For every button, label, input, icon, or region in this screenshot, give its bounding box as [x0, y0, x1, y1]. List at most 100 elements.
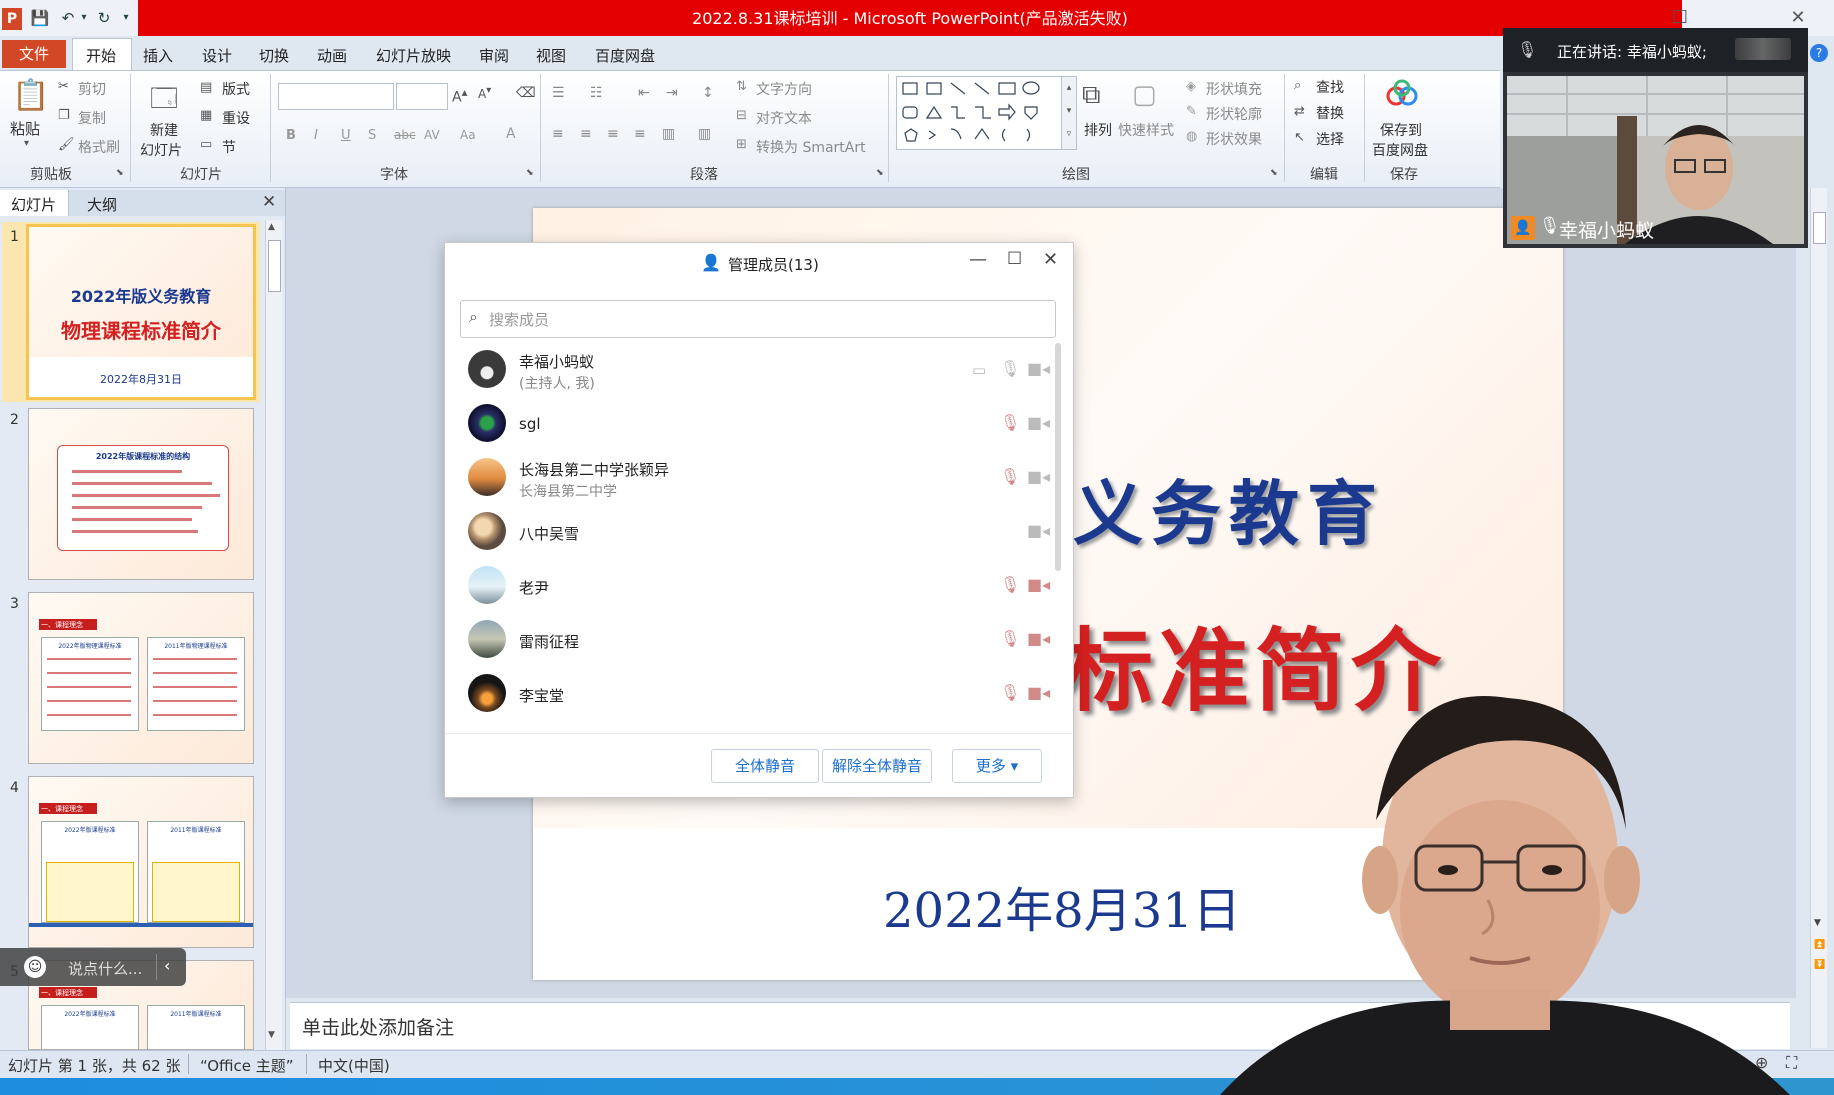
new-slide-icon[interactable]: 🗔	[150, 80, 178, 124]
collapse-chat-icon[interactable]: ‹	[164, 956, 170, 975]
grow-font-icon[interactable]: A▴	[452, 85, 467, 106]
slides-panel-scrollbar[interactable]: ▲ ▼	[265, 220, 282, 1050]
camera-icon[interactable]: ■◂	[1027, 413, 1050, 433]
shapes-gallery[interactable]	[896, 76, 1062, 150]
minimize-dialog-icon[interactable]: —	[969, 249, 987, 270]
tab-animations[interactable]: 动画	[317, 45, 347, 66]
tab-view[interactable]: 视图	[536, 45, 566, 66]
unmute-all-button[interactable]: 解除全体静音	[822, 749, 932, 783]
text-direction-button[interactable]: 文字方向	[756, 79, 812, 99]
camera-icon[interactable]: ■◂	[1027, 359, 1050, 379]
select-button[interactable]: 选择	[1316, 129, 1344, 149]
font-launcher-icon[interactable]: ⬊	[526, 168, 534, 178]
close-panel-icon[interactable]: ✕	[262, 192, 276, 212]
char-spacing-icon[interactable]: AV	[424, 128, 440, 142]
microphone-muted-icon[interactable]: 🎙	[1000, 575, 1020, 595]
align-text-button[interactable]: 对齐文本	[756, 108, 812, 128]
slide-thumbnail-4[interactable]: 一、课程理念 2022年版课程标准 2011年版课程标准	[28, 776, 254, 948]
distribute-icon[interactable]: ▥	[662, 126, 675, 142]
section-button[interactable]: 节	[222, 137, 236, 157]
format-painter-button[interactable]: 格式刷	[78, 137, 120, 157]
save-icon[interactable]: 💾	[30, 8, 50, 28]
slide-title-line1[interactable]: 义务教育	[1073, 458, 1385, 559]
camera-off-icon[interactable]: ■◂	[1027, 683, 1050, 703]
member-search-input[interactable]: ⌕ 搜索成员	[460, 300, 1056, 338]
paste-icon[interactable]: 📋	[12, 78, 49, 113]
tab-slides[interactable]: 幻灯片	[11, 194, 56, 215]
shape-fill-button[interactable]: 形状填充	[1206, 79, 1262, 99]
replace-button[interactable]: 替换	[1316, 103, 1344, 123]
arrange-button[interactable]: 排列	[1084, 120, 1112, 140]
slide-thumbnail-1[interactable]: 2022年版义务教育 物理课程标准简介 2022年8月31日	[26, 224, 256, 400]
tab-transitions[interactable]: 切换	[259, 45, 289, 66]
undo-dropdown-icon[interactable]: ▾	[74, 8, 94, 28]
paste-dropdown-icon[interactable]: ▾	[24, 138, 29, 149]
customize-toolbar-icon[interactable]: ▾	[116, 8, 136, 28]
shape-outline-button[interactable]: 形状轮廓	[1206, 104, 1262, 124]
baidu-netdisk-icon[interactable]	[1384, 78, 1420, 108]
clipboard-launcher-icon[interactable]: ⬊	[116, 168, 124, 178]
tab-outline[interactable]: 大纲	[87, 194, 117, 215]
italic-icon[interactable]: I	[314, 128, 318, 143]
bullets-icon[interactable]: ☰	[552, 85, 565, 101]
font-color-icon[interactable]: A	[506, 126, 516, 142]
member-row[interactable]: sgl 🎙 ■◂	[445, 397, 1055, 451]
clear-format-icon[interactable]: ⌫	[516, 85, 536, 101]
chat-placeholder[interactable]: 说点什么...	[68, 958, 142, 979]
decrease-indent-icon[interactable]: ⇤	[638, 85, 650, 101]
help-icon[interactable]: ?	[1810, 44, 1828, 62]
microphone-icon[interactable]: 🎙	[1000, 359, 1020, 379]
increase-indent-icon[interactable]: ⇥	[666, 85, 678, 101]
tab-review[interactable]: 审阅	[479, 45, 509, 66]
find-button[interactable]: 查找	[1316, 77, 1344, 97]
reset-button[interactable]: 重设	[222, 108, 250, 128]
copy-button[interactable]: 复制	[78, 108, 106, 128]
tab-slideshow[interactable]: 幻灯片放映	[376, 45, 451, 66]
cut-button[interactable]: 剪切	[78, 79, 106, 99]
tab-home[interactable]: 开始	[86, 45, 116, 66]
camera-off-icon[interactable]: ■◂	[1027, 575, 1050, 595]
paragraph-launcher-icon[interactable]: ⬊	[876, 168, 884, 178]
align-center-icon[interactable]: ≡	[580, 126, 592, 142]
numbering-icon[interactable]: ☷	[590, 85, 603, 101]
editor-scroll-thumb[interactable]	[1813, 212, 1826, 244]
new-slide-button-line2[interactable]: 幻灯片	[140, 140, 182, 160]
columns-icon[interactable]: ▥	[698, 126, 711, 142]
save-to-netdisk-line2[interactable]: 百度网盘	[1372, 140, 1428, 160]
members-scrollbar[interactable]	[1055, 343, 1061, 571]
quick-styles-button[interactable]: 快速样式	[1118, 120, 1174, 140]
more-button[interactable]: 更多 ▾	[952, 749, 1042, 783]
paste-button[interactable]: 粘贴	[10, 118, 40, 139]
shapes-gallery-scroll[interactable]: ▴ ▾ ▿	[1061, 76, 1077, 150]
mute-all-button[interactable]: 全体静音	[711, 749, 819, 783]
emoji-icon[interactable]: ☺	[24, 956, 46, 978]
line-spacing-icon[interactable]: ↕	[702, 85, 714, 101]
microphone-muted-icon[interactable]: 🎙	[1000, 413, 1020, 433]
scroll-thumb[interactable]	[268, 240, 281, 292]
shape-effects-button[interactable]: 形状效果	[1206, 129, 1262, 149]
camera-off-icon[interactable]: ■◂	[1027, 629, 1050, 649]
member-row[interactable]: 老尹 🎙 ■◂	[445, 559, 1055, 613]
search-placeholder[interactable]: 搜索成员	[489, 309, 549, 330]
justify-icon[interactable]: ≡	[634, 126, 646, 142]
align-right-icon[interactable]: ≡	[607, 126, 619, 142]
layout-button[interactable]: 版式	[222, 79, 250, 99]
new-slide-button-line1[interactable]: 新建	[150, 120, 178, 140]
microphone-muted-icon[interactable]: 🎙	[1000, 629, 1020, 649]
member-row[interactable]: 长海县第二中学张颖异 长海县第二中学 🎙 ■◂	[445, 451, 1055, 505]
tab-file[interactable]: 文件	[2, 40, 66, 68]
shrink-font-icon[interactable]: A▾	[478, 85, 491, 101]
camera-icon[interactable]: ■◂	[1027, 521, 1050, 541]
arrange-icon[interactable]: ⧉	[1082, 80, 1101, 111]
bold-icon[interactable]: B	[286, 128, 296, 143]
tab-baidu-netdisk[interactable]: 百度网盘	[595, 45, 655, 66]
strikethrough-icon[interactable]: abc	[394, 128, 416, 142]
member-row[interactable]: 雷雨征程 🎙 ■◂	[445, 613, 1055, 667]
slide-thumbnail-2[interactable]: 2022年版课程标准的结构	[28, 408, 254, 580]
scroll-down-icon[interactable]: ▼	[268, 1030, 275, 1040]
screen-share-icon[interactable]: ▭	[972, 361, 992, 381]
drawing-launcher-icon[interactable]: ⬊	[1270, 168, 1278, 178]
scroll-up-icon[interactable]: ▲	[268, 222, 275, 232]
notes-placeholder[interactable]: 单击此处添加备注	[302, 1013, 454, 1040]
save-to-netdisk-line1[interactable]: 保存到	[1380, 120, 1422, 140]
